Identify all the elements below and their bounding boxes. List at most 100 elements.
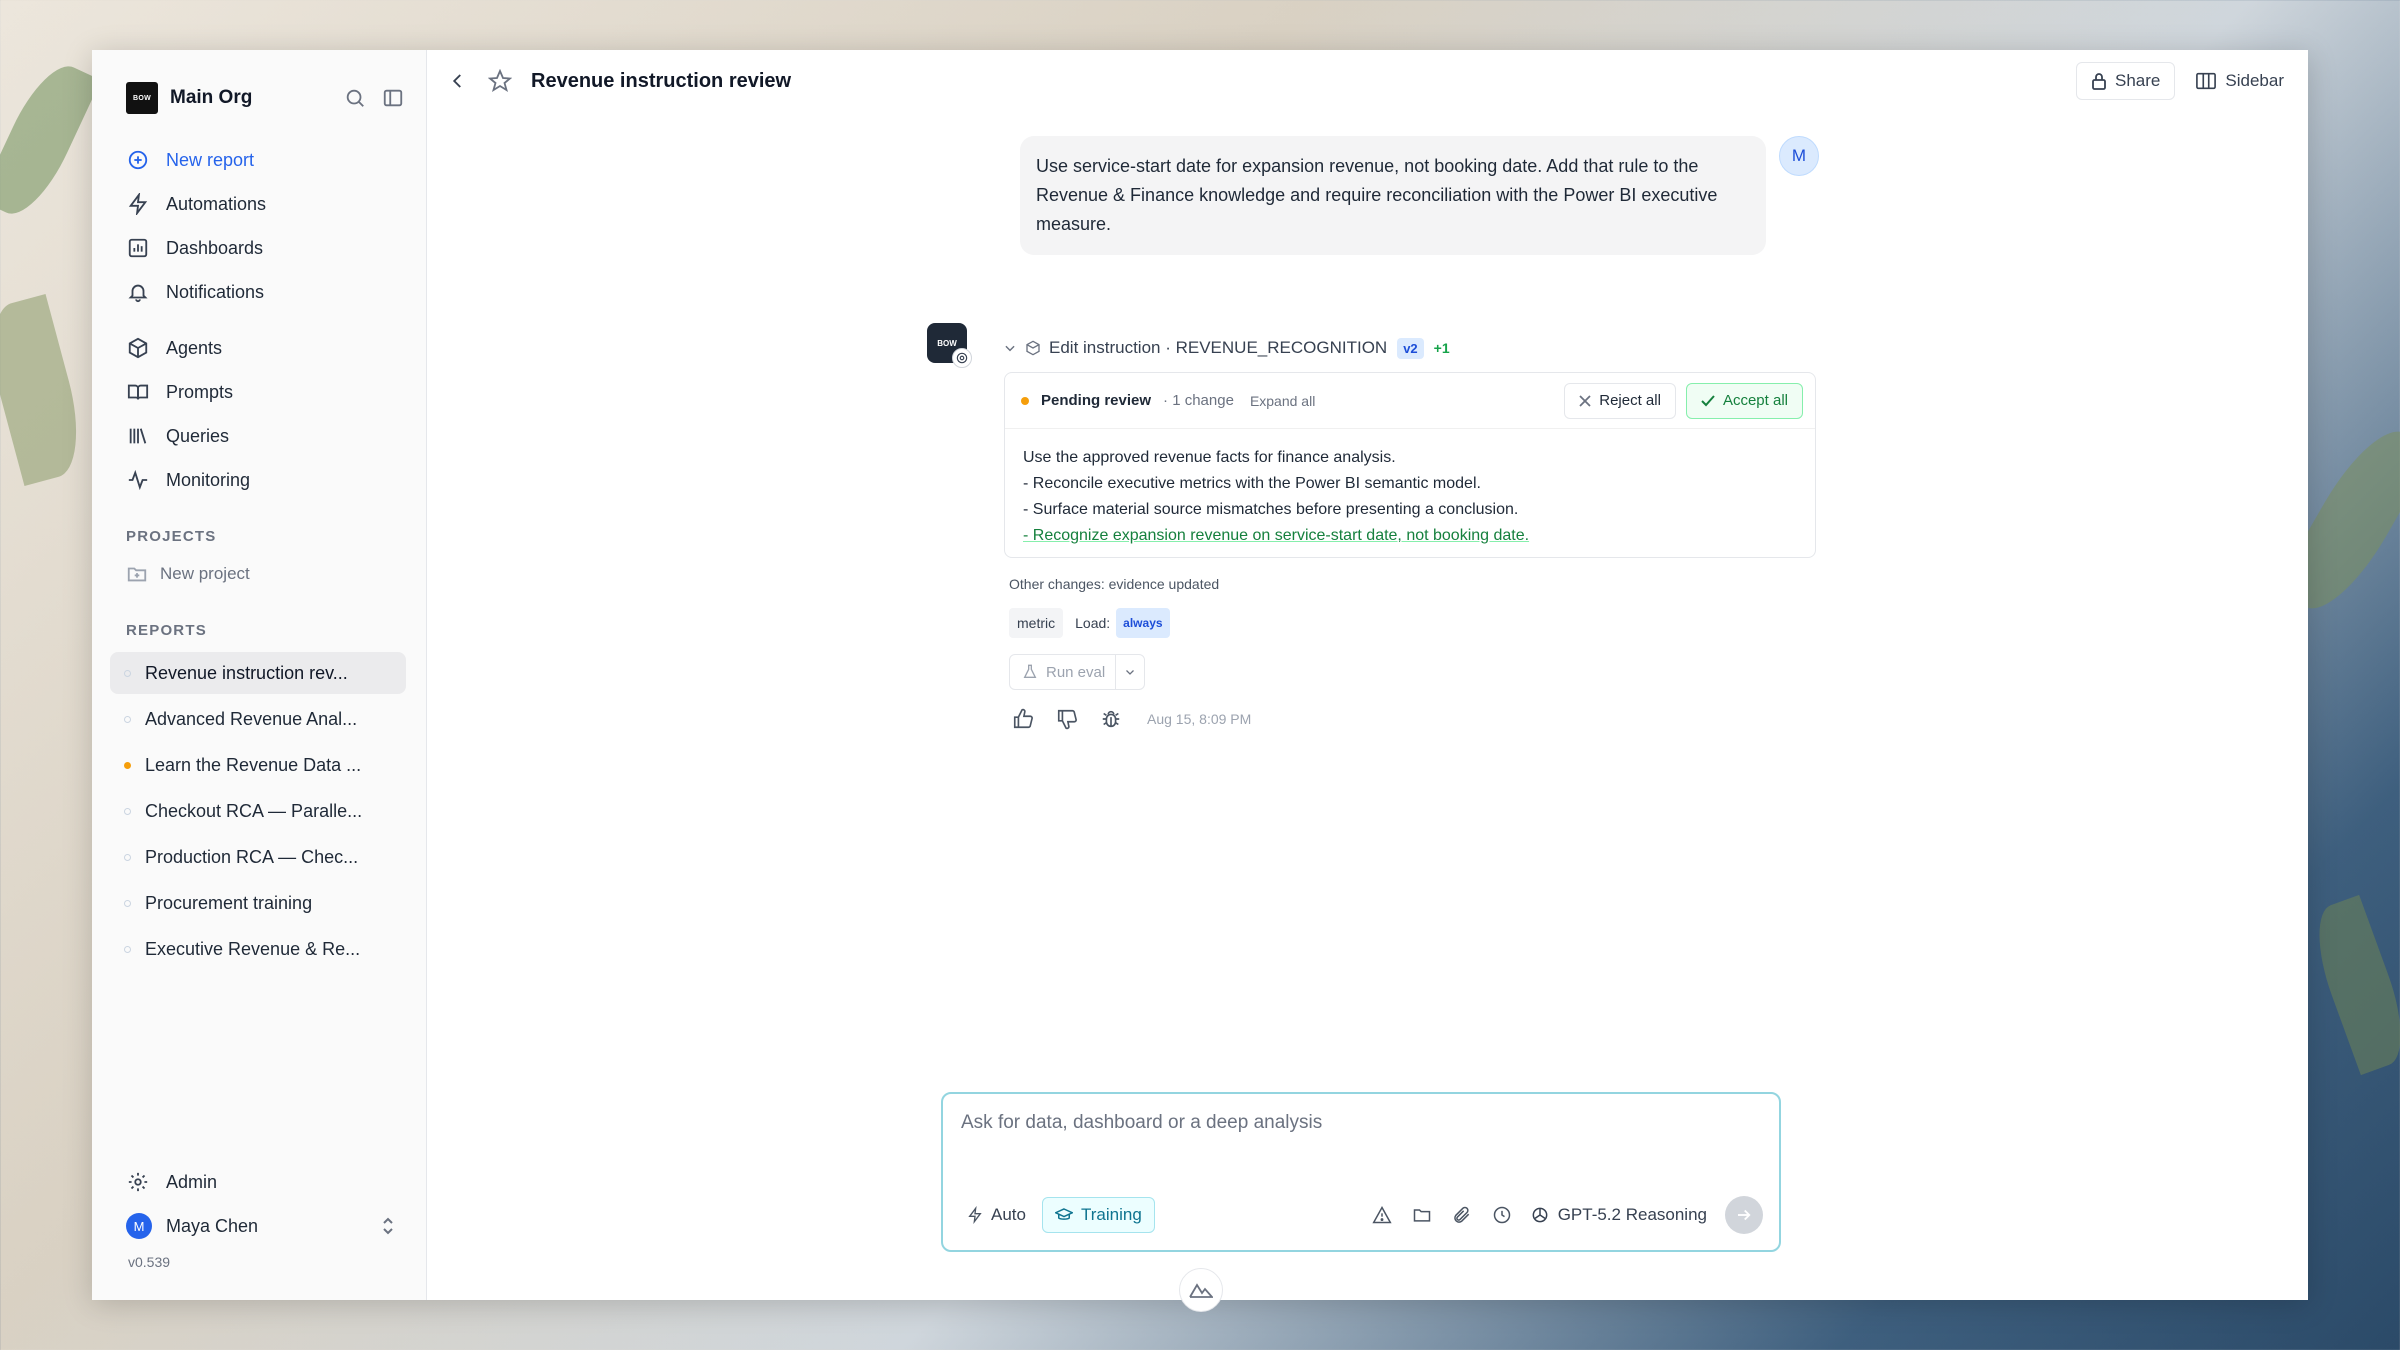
sidebar-item-admin[interactable]: Admin [110, 1160, 408, 1204]
report-item[interactable]: Checkout RCA — Paralle... [110, 790, 406, 832]
thumbs-down-icon[interactable] [1053, 705, 1081, 733]
plus-circle-icon [126, 148, 150, 172]
report-label: Advanced Revenue Anal... [145, 708, 358, 729]
pending-review-card: Pending review · 1 change Expand all Rej… [1004, 372, 1816, 558]
org-switcher[interactable]: BOW Main Org [110, 74, 408, 122]
sidebar-item-queries[interactable]: Queries [110, 414, 408, 458]
sidebar: BOW Main Org New report Automations Dash… [92, 50, 427, 1300]
instruction-line: - Surface material source mismatches bef… [1023, 501, 1519, 518]
sidebar-item-label: Admin [166, 1171, 218, 1192]
report-label: Procurement training [145, 892, 313, 913]
sidebar-item-label: Automations [166, 193, 267, 214]
load-label: Load: [1075, 615, 1111, 631]
report-item[interactable]: Production RCA — Chec... [110, 836, 406, 878]
avatar: M [126, 1213, 152, 1239]
lock-icon [2091, 72, 2107, 90]
folder-icon[interactable] [1406, 1199, 1438, 1231]
paperclip-icon[interactable] [1446, 1199, 1478, 1231]
arrow-right-icon [1735, 1206, 1753, 1224]
sidebar-item-monitoring[interactable]: Monitoring [110, 458, 408, 502]
tag-always: always [1116, 608, 1170, 638]
extra-count-badge: +1 [1433, 340, 1450, 356]
auto-mode-button[interactable]: Auto [959, 1197, 1034, 1233]
chat-input[interactable]: Ask for data, dashboard or a deep analys… [961, 1112, 1322, 1134]
report-label: Checkout RCA — Paralle... [145, 800, 363, 821]
review-status: Pending review [1041, 392, 1152, 409]
assistant-logo: BOW [937, 338, 957, 348]
reject-all-button[interactable]: Reject all [1564, 382, 1676, 419]
instruction-line: - Reconcile executive metrics with the P… [1023, 475, 1481, 492]
sidebar-item-label: Prompts [166, 381, 234, 402]
sidebar-item-automations[interactable]: Automations [110, 182, 408, 226]
org-logo: BOW [126, 82, 158, 114]
report-item[interactable]: Procurement training [110, 882, 406, 924]
report-label: Learn the Revenue Data ... [145, 754, 362, 775]
app-window: BOW Main Org New report Automations Dash… [92, 50, 2308, 1312]
status-dot [124, 715, 131, 723]
chart-icon [126, 236, 150, 260]
status-dot [124, 899, 131, 907]
openai-icon [952, 348, 972, 368]
sidebar-item-new-report[interactable]: New report [110, 138, 408, 182]
background-leaf [2302, 894, 2400, 1076]
thumbs-up-icon[interactable] [1009, 705, 1037, 733]
review-toolbar: Pending review · 1 change Expand all Rej… [1005, 373, 1815, 429]
sidebar-footer: Admin M Maya Chen v0.539 [110, 1160, 408, 1270]
chevron-down-icon [1003, 341, 1017, 355]
status-dot [124, 669, 131, 677]
training-mode-button[interactable]: Training [1041, 1197, 1155, 1233]
report-item[interactable]: Revenue instruction rev... [110, 652, 406, 694]
model-selector[interactable]: GPT-5.2 Reasoning [1530, 1197, 1707, 1233]
graduation-cap-icon [1054, 1207, 1073, 1223]
back-chevron-icon[interactable] [443, 66, 473, 96]
report-item[interactable]: Advanced Revenue Anal... [110, 698, 406, 740]
folder-plus-icon [126, 563, 148, 585]
auto-label: Auto [991, 1205, 1026, 1224]
share-button[interactable]: Share [2076, 62, 2176, 100]
book-icon [126, 380, 150, 404]
edit-instruction-header[interactable]: Edit instruction · REVENUE_RECOGNITION v… [1003, 334, 1450, 362]
chat-composer[interactable]: Ask for data, dashboard or a deep analys… [941, 1092, 1781, 1252]
bug-icon[interactable] [1097, 705, 1125, 733]
composer-toolbar: Auto Training GPT-5.2 Reasoning [959, 1196, 1763, 1234]
sidebar-item-agents[interactable]: Agents [110, 326, 408, 370]
version-badge: v2 [1397, 337, 1424, 359]
sidebar-item-prompts[interactable]: Prompts [110, 370, 408, 414]
sidebar-nav: New report Automations Dashboards Notifi… [110, 138, 408, 502]
star-icon[interactable] [485, 66, 515, 96]
search-icon[interactable] [340, 83, 370, 113]
training-label: Training [1080, 1205, 1142, 1224]
user-menu[interactable]: M Maya Chen [110, 1204, 408, 1248]
app-logo-icon [1179, 1268, 1223, 1312]
accept-all-button[interactable]: Accept all [1685, 382, 1803, 419]
warning-icon[interactable] [1366, 1199, 1398, 1231]
sidebar-item-notifications[interactable]: Notifications [110, 270, 408, 314]
expand-all-link[interactable]: Expand all [1250, 393, 1315, 409]
background-leaf [0, 54, 101, 226]
flask-icon [1022, 664, 1038, 680]
sidebar-toggle-icon[interactable] [378, 83, 408, 113]
chevron-down-icon[interactable] [1115, 655, 1144, 689]
sidebar-item-label: Monitoring [166, 469, 251, 490]
gear-icon [126, 1170, 150, 1194]
report-label: Revenue instruction rev... [145, 662, 348, 683]
instruction-added-line: - Recognize expansion revenue on service… [1023, 527, 1530, 544]
reports-list: Revenue instruction rev... Advanced Reve… [110, 652, 408, 970]
run-eval-label: Run eval [1046, 663, 1106, 681]
report-item[interactable]: Executive Revenue & Re... [110, 928, 406, 970]
message-timestamp: Aug 15, 8:09 PM [1147, 711, 1252, 727]
send-button[interactable] [1725, 1196, 1763, 1234]
status-dot [124, 945, 131, 953]
bolt-icon [967, 1206, 983, 1224]
clock-icon[interactable] [1486, 1199, 1518, 1231]
report-item[interactable]: Learn the Revenue Data ... [110, 744, 406, 786]
sidebar-item-dashboards[interactable]: Dashboards [110, 226, 408, 270]
new-project-button[interactable]: New project [110, 554, 408, 594]
avatar: M [1779, 136, 1819, 176]
accept-all-label: Accept all [1722, 392, 1788, 409]
run-eval-button[interactable]: Run eval [1010, 655, 1115, 689]
cube-icon [1025, 340, 1041, 356]
page-title: Revenue instruction review [531, 69, 792, 92]
org-name: Main Org [170, 87, 253, 108]
sidebar-panel-button[interactable]: Sidebar [2185, 62, 2288, 100]
